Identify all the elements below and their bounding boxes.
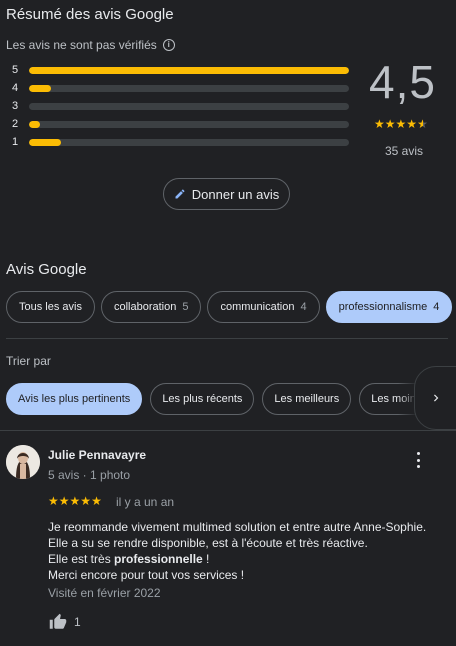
visit-date: Visité en février 2022 <box>48 586 161 600</box>
review-text-part: ! <box>202 552 210 566</box>
reviewer-meta: 5 avis · 1 photo <box>48 468 131 482</box>
star-icon: ★ <box>48 494 59 508</box>
write-review-button[interactable]: Donner un avis <box>163 178 290 210</box>
sort-label-text: Avis les plus pertinents <box>18 393 131 405</box>
chip-count: 4 <box>300 301 307 313</box>
bar-track <box>29 84 349 92</box>
sort-chips: Avis les plus pertinents Les plus récent… <box>6 383 456 415</box>
chevron-right-icon <box>434 394 439 402</box>
bar-label: 4 <box>12 82 19 94</box>
bar-track <box>29 120 349 128</box>
divider <box>0 430 456 431</box>
chip-all-reviews[interactable]: Tous les avis <box>6 291 95 323</box>
reviews-title: Avis Google <box>6 261 87 278</box>
chip-label: communication <box>220 301 295 313</box>
bar-label: 3 <box>12 100 19 112</box>
more-options-icon[interactable] <box>412 452 424 468</box>
sort-best[interactable]: Les meilleurs <box>262 383 352 415</box>
sort-most-relevant[interactable]: Avis les plus pertinents <box>6 383 143 415</box>
info-icon[interactable]: i <box>162 39 175 51</box>
star-icon: ★ <box>80 494 92 508</box>
thumbs-up-icon <box>49 613 67 629</box>
bar-row-3: 3 <box>12 100 352 112</box>
unverified-note-text: Les avis ne sont pas vérifiés <box>6 38 157 52</box>
bar-row-4: 4 <box>12 82 352 94</box>
review-line: Merci encore pour tout vos services ! <box>48 568 245 582</box>
half-star-icon: ★ <box>417 117 428 131</box>
chip-label: Tous les avis <box>19 301 82 313</box>
chip-communication[interactable]: communication 4 <box>207 291 320 323</box>
review-date: il y a un an <box>116 495 175 509</box>
review-line: Je reommande vivement multimed solution … <box>48 520 427 534</box>
star-icon: ★ <box>384 117 396 131</box>
review-text: Je reommande vivement multimed solution … <box>48 519 448 583</box>
unverified-note: Les avis ne sont pas vérifiés i <box>6 38 175 52</box>
avatar-image <box>6 445 40 479</box>
bar-fill <box>29 120 41 128</box>
sort-newest[interactable]: Les plus récents <box>150 383 255 415</box>
bar-label: 2 <box>12 118 19 130</box>
review-stars: ★ ★ ★ ★ ★ <box>48 495 102 507</box>
scroll-next-button[interactable] <box>414 366 456 430</box>
average-stars: ★ ★ ★ ★ ★ <box>374 118 428 130</box>
bar-row-5: 5 <box>12 64 352 76</box>
avatar[interactable] <box>6 445 40 479</box>
highlighted-keyword: professionnelle <box>114 552 203 566</box>
bar-fill <box>29 66 349 74</box>
reviewer-name[interactable]: Julie Pennavayre <box>48 448 146 462</box>
topic-chips: Tous les avis collaboration 5 communicat… <box>6 291 453 323</box>
bar-fill <box>29 138 61 146</box>
bar-row-1: 1 <box>12 136 352 148</box>
star-icon: ★ <box>406 117 418 131</box>
bar-track <box>29 138 349 146</box>
bar-row-2: 2 <box>12 118 352 130</box>
summary-title: Résumé des avis Google <box>6 6 174 23</box>
write-review-label: Donner un avis <box>191 186 280 202</box>
pencil-icon <box>175 189 185 199</box>
divider <box>6 338 448 339</box>
star-icon: ★ <box>374 117 385 131</box>
chip-label: professionnalisme <box>338 301 428 313</box>
average-rating: 4,5 <box>369 56 436 108</box>
sort-label-text: Les plus récents <box>162 393 243 405</box>
star-icon: ★ <box>58 494 70 508</box>
sort-label: Trier par <box>6 354 51 368</box>
bar-label: 5 <box>12 64 19 76</box>
review-line: Elle est très professionnelle ! <box>48 551 448 567</box>
review-text-part: Elle est très <box>48 552 115 566</box>
star-icon: ★ <box>69 494 81 508</box>
bar-fill <box>29 84 52 92</box>
star-icon: ★ <box>91 494 102 508</box>
chip-label: collaboration <box>113 301 177 313</box>
bar-track <box>29 102 349 110</box>
chip-professionnalisme[interactable]: professionnalisme 4 <box>325 291 453 323</box>
bar-track <box>29 66 349 74</box>
chip-count: 4 <box>433 301 440 313</box>
like-button[interactable]: 1 <box>48 613 81 631</box>
like-count: 1 <box>74 615 81 629</box>
chip-collaboration[interactable]: collaboration 5 <box>100 291 202 323</box>
sort-label-text: Les meilleurs <box>274 393 340 405</box>
star-icon: ★ <box>395 117 407 131</box>
chip-count: 5 <box>182 301 189 313</box>
review-line: Elle a su se rendre disponible, est à l'… <box>48 536 368 550</box>
bar-label: 1 <box>12 136 19 148</box>
review-count: 35 avis <box>385 144 424 158</box>
